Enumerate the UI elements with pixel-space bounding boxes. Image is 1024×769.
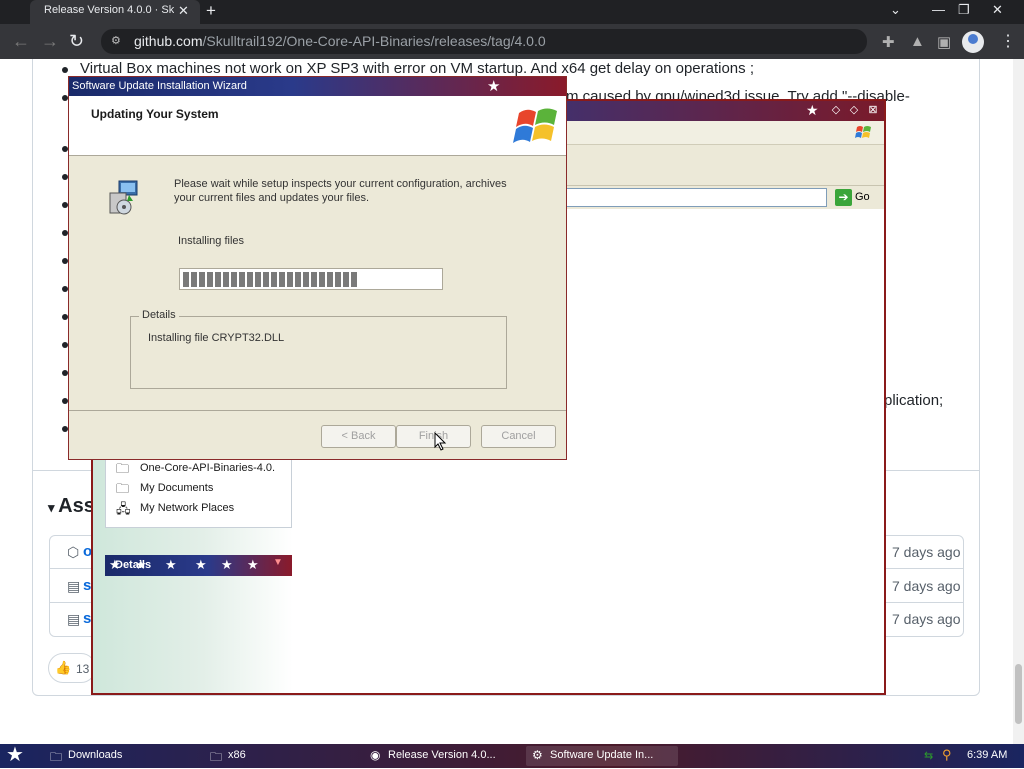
asset-date: 7 days ago bbox=[892, 578, 961, 594]
place-label: My Documents bbox=[140, 482, 214, 494]
network-tray-icon[interactable]: ⇆ bbox=[924, 749, 940, 763]
go-button[interactable]: ➔ Go bbox=[833, 189, 881, 207]
star-icon: ★ bbox=[195, 557, 207, 572]
taskbar-item-label: x86 bbox=[228, 749, 246, 761]
maximize-icon[interactable]: ◇ bbox=[847, 103, 861, 117]
place-label: My Network Places bbox=[140, 502, 235, 514]
tab-title: Release Version 4.0.0 · Sk bbox=[44, 4, 174, 16]
cancel-button[interactable]: Cancel bbox=[481, 425, 556, 448]
reaction-button[interactable]: 👍 13 bbox=[48, 653, 96, 683]
dialog-titlebar[interactable]: Software Update Installation Wizard ★ bbox=[69, 77, 566, 96]
tab-close-icon[interactable]: ✕ bbox=[178, 3, 189, 19]
setup-icon: ⚙ bbox=[532, 748, 543, 762]
site-info-icon[interactable]: ⚙ bbox=[111, 34, 124, 47]
page-scrollbar[interactable] bbox=[1013, 59, 1024, 744]
asset-date: 7 days ago bbox=[892, 611, 961, 627]
profile-avatar-icon[interactable] bbox=[962, 31, 984, 53]
setup-wizard-dialog: Software Update Installation Wizard ★ Up… bbox=[68, 76, 567, 460]
details-groupbox: Details Installing file CRYPT32.DLL bbox=[130, 309, 507, 389]
folder-icon: 🗀 bbox=[50, 750, 63, 764]
install-progress-bar bbox=[179, 268, 443, 290]
dialog-separator bbox=[69, 410, 566, 411]
go-label: Go bbox=[855, 191, 870, 203]
new-tab-icon[interactable]: + bbox=[206, 1, 216, 21]
scrollbar-thumb[interactable] bbox=[1015, 664, 1022, 724]
taskbar-item[interactable]: ◉ Release Version 4.0... bbox=[370, 746, 518, 766]
search-tray-icon[interactable]: ⚲ bbox=[942, 747, 952, 763]
star-icon: ★ bbox=[487, 78, 501, 95]
folder-icon: 🗀 bbox=[210, 750, 223, 764]
extensions-puzzle-icon[interactable]: ✚ bbox=[882, 33, 895, 51]
star-icon: ★ bbox=[247, 557, 259, 572]
install-status: Installing files bbox=[178, 235, 245, 247]
side-panel-icon[interactable]: ▣ bbox=[937, 33, 951, 51]
close-icon[interactable]: ⊠ bbox=[866, 103, 880, 117]
chevron-down-icon[interactable]: ▼ bbox=[273, 557, 283, 568]
asset-date: 7 days ago bbox=[892, 544, 961, 560]
back-arrow-icon[interactable]: ← bbox=[12, 31, 30, 52]
details-label: Details bbox=[115, 559, 152, 571]
taskbar-item[interactable]: 🗀 Downloads bbox=[50, 746, 200, 766]
url-host: github.com bbox=[134, 33, 203, 49]
tab-search-chevron-icon[interactable]: ⌄ bbox=[890, 2, 901, 18]
list-bullet bbox=[62, 67, 68, 73]
url-text: github.com/Skulltrail192/One-Core-API-Bi… bbox=[134, 33, 546, 49]
star-icon: ★ bbox=[221, 557, 233, 572]
browser-tab[interactable]: Release Version 4.0.0 · Sk ✕ bbox=[30, 0, 200, 24]
taskbar-item-label: Downloads bbox=[68, 749, 123, 761]
windows-logo-icon bbox=[855, 126, 871, 138]
mouse-cursor-icon bbox=[434, 432, 447, 451]
folder-zip-icon: 🗀 bbox=[116, 461, 130, 476]
chrome-icon: ◉ bbox=[370, 748, 381, 762]
release-note-text: Virtual Box machines not work on XP SP3 … bbox=[80, 60, 754, 77]
place-label: One-Core-API-Binaries-4.0. bbox=[140, 462, 276, 474]
star-icon: ★ bbox=[165, 557, 177, 572]
assets-heading-label: Ass bbox=[58, 495, 95, 517]
browser-toolbar: ← → ↻ ⚙ github.com/Skulltrail192/One-Cor… bbox=[0, 24, 1024, 59]
details-panel-header[interactable]: ★ ★ ★ ★ ★ ★ Details ▼ bbox=[105, 555, 292, 576]
taskbar: ★ 🗀 Downloads 🗀 x86 ◉ Release Version 4.… bbox=[0, 744, 1024, 768]
reaction-count: 13 bbox=[76, 662, 90, 676]
dialog-title: Software Update Installation Wizard bbox=[72, 80, 247, 92]
start-star-icon[interactable]: ★ bbox=[6, 744, 34, 768]
dialog-heading: Updating Your System bbox=[91, 107, 219, 121]
zip-icon: ▤ bbox=[67, 611, 81, 627]
assets-heading[interactable]: ▾ Ass bbox=[48, 495, 95, 518]
zip-icon: ▤ bbox=[67, 578, 81, 594]
star-icon: ★ bbox=[806, 102, 819, 118]
other-places-panel: 🗀 One-Core-API-Binaries-4.0. 🗀 My Docume… bbox=[105, 454, 292, 528]
forward-arrow-icon[interactable]: → bbox=[41, 31, 59, 52]
menu-kebab-icon[interactable]: ⋮ bbox=[1000, 31, 1016, 51]
address-bar[interactable]: ⚙ github.com/Skulltrail192/One-Core-API-… bbox=[101, 29, 867, 54]
back-button[interactable]: < Back bbox=[321, 425, 396, 448]
browser-tab-strip: Release Version 4.0.0 · Sk ✕ + ⌄ — ❐ ✕ bbox=[0, 0, 1024, 24]
package-icon: ⬡ bbox=[67, 544, 80, 560]
taskbar-item-label: Software Update In... bbox=[550, 749, 654, 761]
details-text: Installing file CRYPT32.DLL bbox=[148, 332, 285, 344]
taskbar-item[interactable]: 🗀 x86 bbox=[210, 746, 360, 766]
collapse-triangle-icon: ▾ bbox=[48, 500, 59, 515]
thumbs-up-icon: 👍 bbox=[55, 660, 72, 675]
close-icon[interactable]: ✕ bbox=[992, 2, 1003, 18]
my-documents-icon: 🗀 bbox=[116, 481, 130, 496]
minimize-icon[interactable]: — bbox=[932, 2, 945, 17]
progress-fill bbox=[183, 272, 357, 287]
clock: 6:39 AM bbox=[967, 749, 1008, 761]
network-places-icon: 🖧 bbox=[116, 501, 131, 516]
labs-flask-icon[interactable]: ▲ bbox=[910, 33, 925, 50]
reload-icon[interactable]: ↻ bbox=[69, 31, 84, 52]
details-legend: Details bbox=[139, 309, 179, 321]
taskbar-item-label: Release Version 4.0... bbox=[388, 749, 496, 761]
dialog-description: Please wait while setup inspects your cu… bbox=[174, 178, 507, 204]
release-note-text: plication; bbox=[884, 392, 944, 409]
minimize-icon[interactable]: ◇ bbox=[829, 103, 843, 117]
taskbar-item-active[interactable]: ⚙ Software Update In... bbox=[526, 746, 678, 766]
dialog-header: Updating Your System bbox=[69, 96, 566, 156]
setup-installer-icon bbox=[109, 180, 138, 215]
go-arrow-icon: ➔ bbox=[835, 189, 852, 206]
url-path: /Skulltrail192/One-Core-API-Binaries/rel… bbox=[202, 33, 546, 49]
windows-logo-icon bbox=[513, 108, 557, 143]
restore-icon[interactable]: ❐ bbox=[958, 2, 970, 18]
